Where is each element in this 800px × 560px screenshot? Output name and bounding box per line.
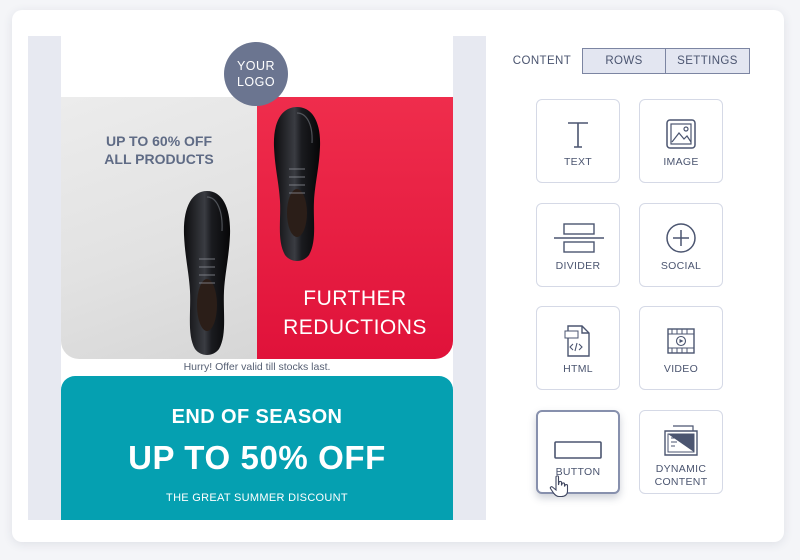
- hero-right-line-2: REDUCTIONS: [283, 316, 427, 339]
- email-preview: YOUR LOGO UP TO 60% OFF ALL PRODUCTS FUR…: [61, 36, 453, 520]
- content-tile-video[interactable]: VIDEO: [639, 306, 723, 390]
- hero-right-line-1: FURTHER: [303, 287, 407, 310]
- tile-label-dynamic-content: DYNAMIC CONTENT: [640, 463, 722, 489]
- html-icon: [537, 321, 619, 361]
- hand-cursor-icon: [549, 475, 569, 498]
- panel-tabs: CONTENT ROWS SETTINGS: [502, 48, 750, 74]
- content-tile-social[interactable]: SOCIAL: [639, 203, 723, 287]
- tab-content[interactable]: CONTENT: [502, 48, 582, 74]
- tile-label-social: SOCIAL: [660, 260, 702, 272]
- button-icon: [538, 430, 618, 470]
- shoe-image-right: [273, 107, 321, 261]
- tab-settings[interactable]: SETTINGS: [666, 48, 750, 74]
- tab-rows[interactable]: ROWS: [582, 48, 666, 74]
- content-tile-dynamic-content[interactable]: DYNAMIC CONTENT: [639, 410, 723, 494]
- tile-label-html: HTML: [563, 363, 593, 375]
- image-icon: [640, 114, 722, 154]
- offer-note: Hurry! Offer valid till stocks last.: [183, 361, 331, 373]
- tile-label-video: VIDEO: [663, 363, 699, 375]
- social-icon: [640, 218, 722, 258]
- text-icon: [537, 114, 619, 154]
- promo-subheading: THE GREAT SUMMER DISCOUNT: [166, 492, 348, 504]
- video-icon: [640, 321, 722, 361]
- tile-label-dynamic-line-1: DYNAMIC: [655, 463, 707, 475]
- promo-discount: UP TO 50% OFF: [128, 439, 386, 476]
- promo-block[interactable]: END OF SEASON UP TO 50% OFF THE GREAT SU…: [61, 376, 453, 520]
- hero-left-line-1: UP TO 60% OFF: [105, 133, 213, 149]
- dynamic-content-icon: [640, 421, 722, 461]
- hero-banner[interactable]: UP TO 60% OFF ALL PRODUCTS FURTHER REDUC…: [61, 97, 453, 359]
- content-tile-html[interactable]: HTML: [536, 306, 620, 390]
- tile-label-text: TEXT: [563, 156, 593, 168]
- promo-heading: END OF SEASON: [171, 406, 343, 428]
- logo-line-1: YOUR: [236, 59, 276, 73]
- tile-label-dynamic-line-2: CONTENT: [654, 476, 708, 488]
- content-tile-text[interactable]: TEXT: [536, 99, 620, 183]
- tile-label-divider: DIVIDER: [555, 260, 601, 272]
- hero-left-headline: UP TO 60% OFF ALL PRODUCTS: [89, 132, 229, 168]
- logo-line-2: LOGO: [236, 75, 276, 89]
- logo-placeholder[interactable]: YOUR LOGO: [224, 42, 288, 106]
- shoe-image-left: [183, 191, 231, 355]
- content-tile-divider[interactable]: DIVIDER: [536, 203, 620, 287]
- divider-icon: [537, 218, 619, 258]
- hero-right-headline: FURTHER REDUCTIONS: [257, 284, 453, 342]
- content-tile-image[interactable]: IMAGE: [639, 99, 723, 183]
- tile-label-image: IMAGE: [663, 156, 699, 168]
- content-tile-button[interactable]: BUTTON: [536, 410, 620, 498]
- hero-left-line-2: ALL PRODUCTS: [104, 151, 214, 167]
